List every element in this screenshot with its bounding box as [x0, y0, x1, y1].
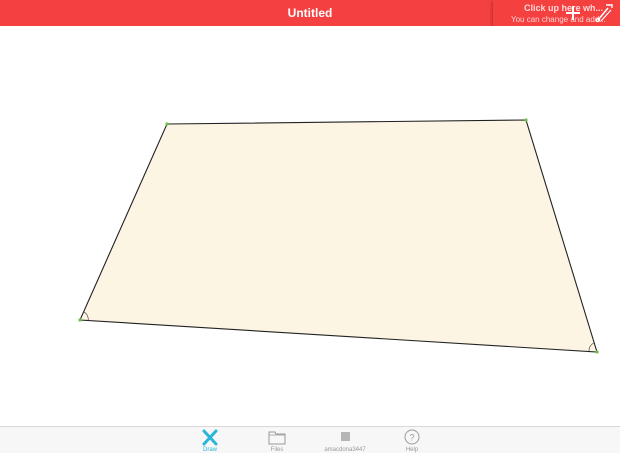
tab-files[interactable]: Files	[245, 429, 309, 453]
bottom-tab-bar: Draw Files amacdona3447 ? Help	[0, 426, 620, 453]
app-window: Untitled Click up here wh... You can cha…	[0, 0, 620, 453]
quadrilateral-shape[interactable]	[79, 119, 598, 353]
tab-help[interactable]: ? Help	[380, 429, 444, 453]
vertex-handle-bottom-right[interactable]	[595, 350, 599, 354]
folder-icon	[268, 431, 286, 445]
vertex-handle-top-left[interactable]	[165, 122, 169, 126]
wrench-pencil-icon	[595, 4, 613, 23]
svg-text:?: ?	[409, 433, 414, 443]
hint-tooltip-subtitle: You can change and add...	[511, 15, 606, 24]
question-circle-icon: ?	[404, 429, 420, 445]
add-button[interactable]	[562, 2, 584, 24]
top-bar: Untitled Click up here wh... You can cha…	[0, 0, 620, 30]
user-square-icon	[341, 432, 350, 441]
plus-icon	[566, 6, 580, 20]
drawing-surface[interactable]	[0, 26, 620, 426]
tab-help-label: Help	[405, 447, 419, 453]
vertex-handle-top-right[interactable]	[524, 118, 528, 122]
drawing-canvas[interactable]	[0, 26, 620, 426]
tab-draw[interactable]: Draw	[178, 429, 242, 453]
tools-button[interactable]	[593, 2, 615, 24]
vertex-handle-bottom-left[interactable]	[78, 318, 82, 322]
tab-account[interactable]: amacdona3447	[313, 429, 377, 453]
draw-x-icon	[202, 429, 218, 446]
